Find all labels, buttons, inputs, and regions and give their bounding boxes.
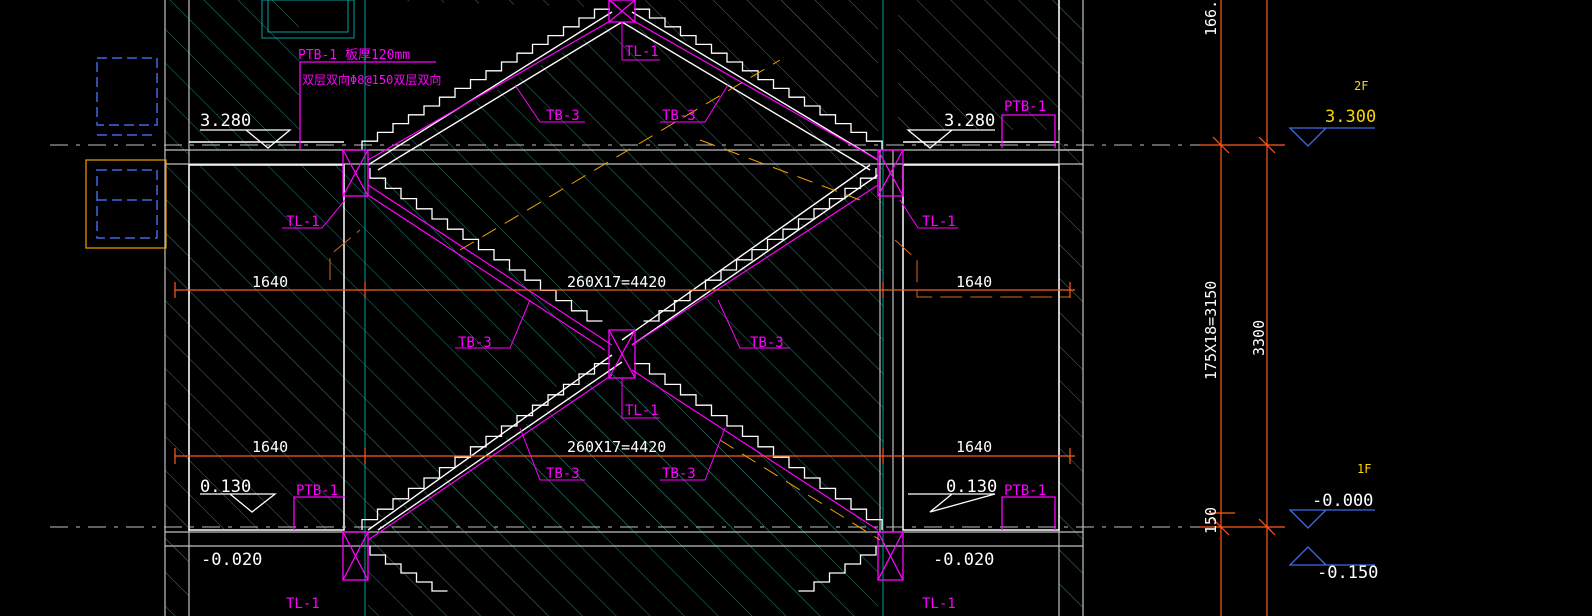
dim-flight-upper: 260X17=4420 [567, 273, 666, 291]
dim-left-upper: 1640 [252, 273, 288, 291]
elevation-lower-left: -0.020 [201, 550, 262, 570]
ptb-mid-left: PTB-1 [296, 483, 338, 499]
tl-bottom-left: TL-1 [286, 596, 320, 612]
elevation-upper-right: 3.280 [944, 111, 995, 131]
dim-right-upper: 1640 [956, 273, 992, 291]
dim-right-lower: 1640 [956, 438, 992, 456]
dim-riser-total: 175X18=3150 [1202, 281, 1220, 380]
elevation-mid-left: 0.130 [200, 477, 251, 497]
level-ground-value: -0.150 [1317, 563, 1378, 583]
hatch-right-wall-band [1059, 0, 1083, 616]
elevation-lower-right: -0.020 [933, 550, 994, 570]
ptb-note-line1: PTB-1 板厚120mm [298, 48, 410, 63]
dim-bottom: 150 [1202, 507, 1220, 534]
tl-center: TL-1 [625, 403, 659, 419]
tl-bottom-right: TL-1 [922, 596, 956, 612]
hatch-left-wall-band [165, 0, 189, 616]
level-1f-name: 1F [1357, 462, 1371, 476]
level-2f-name: 2F [1354, 79, 1368, 93]
level-2f-value: 3.300 [1325, 107, 1376, 127]
stair-section-drawing: 3.280 3.280 0.130 0.130 -0.020 -0.020 16… [0, 0, 1592, 616]
level-1f-value: -0.000 [1312, 491, 1373, 511]
ptb-mid-right: PTB-1 [1004, 483, 1046, 499]
elevation-upper-left: 3.280 [200, 111, 251, 131]
ptb-note-line2: 双层双向Φ8@150双层双向 [302, 72, 441, 87]
tb-mid-left: TB-3 [458, 335, 492, 351]
tl-top: TL-1 [625, 44, 659, 60]
dim-top-partial: 166.6 [1202, 0, 1220, 36]
ptb-top-right: PTB-1 [1004, 99, 1046, 115]
dim-flight-lower: 260X17=4420 [567, 438, 666, 456]
hatch-left-landing [189, 165, 364, 530]
dim-left-lower: 1640 [252, 438, 288, 456]
dim-floor-height: 3300 [1250, 320, 1268, 356]
elevation-mid-right: 0.130 [946, 477, 997, 497]
tb-mid-right: TB-3 [750, 335, 784, 351]
